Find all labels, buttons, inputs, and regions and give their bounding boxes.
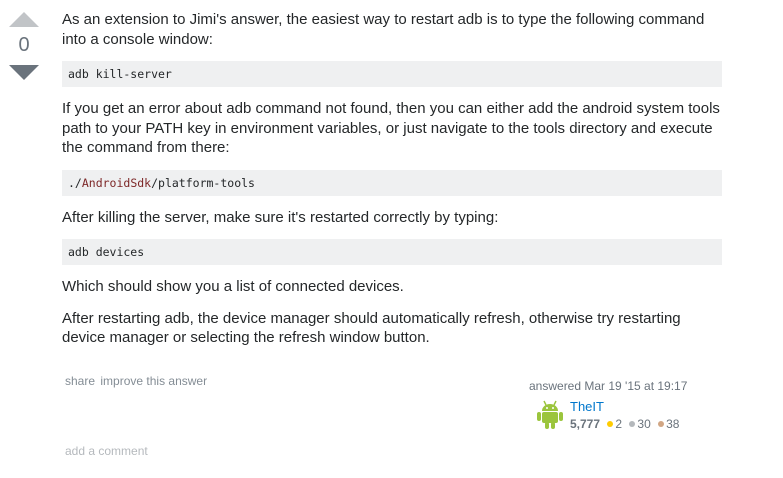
answer-paragraph-5: After restarting adb, the device manager… (62, 309, 681, 347)
code-path-sdk: AndroidSdk (81, 175, 152, 190)
code-block-kill-server: adb kill-server (62, 61, 722, 87)
share-link[interactable]: share (65, 374, 95, 388)
bronze-badge-icon (658, 421, 665, 427)
downvote-button[interactable] (9, 65, 39, 80)
vote-column: 0 (6, 12, 42, 80)
android-avatar-icon[interactable] (534, 398, 566, 430)
user-details: TheIT 5,777 2 30 38 (570, 398, 679, 432)
answer-paragraph-2: If you get an error about adb command no… (62, 100, 720, 156)
bronze-badge-count: 38 (666, 417, 680, 431)
silver-badge-count: 30 (637, 417, 651, 431)
upvote-button[interactable] (9, 12, 39, 27)
user-name-link[interactable]: TheIT (570, 398, 679, 415)
answer-paragraph-3: After killing the server, make sure it's… (62, 208, 499, 226)
post-menu: share improve this answer (65, 374, 209, 388)
code-block-devices: adb devices (62, 239, 722, 265)
add-comment-link[interactable]: add a comment (65, 444, 148, 458)
answer-paragraph-1: As an extension to Jimi's answer, the ea… (62, 11, 705, 48)
answered-timestamp: answered Mar 19 '15 at 19:17 (529, 379, 688, 393)
improve-answer-link[interactable]: improve this answer (100, 374, 207, 388)
reputation-score: 5,777 (570, 417, 601, 431)
gold-badge-count: 2 (615, 417, 623, 431)
silver-badge-icon (629, 421, 636, 427)
reputation-line: 5,777 2 30 38 (570, 416, 679, 432)
user-card: answered Mar 19 '15 at 19:17 TheIT 5,777 (529, 378, 729, 432)
vote-count: 0 (18, 34, 30, 56)
gold-badge-icon (607, 421, 614, 427)
code-block-platform-tools: ./AndroidSdk/platform-tools (62, 169, 722, 196)
answer-body: As an extension to Jimi's answer, the ea… (62, 8, 722, 348)
answer-paragraph-4: Which should show you a list of connecte… (62, 278, 404, 295)
code-path-prefix: ./ (68, 175, 82, 190)
code-path-suffix: /platform-tools (151, 175, 255, 190)
user-info: TheIT 5,777 2 30 38 (529, 398, 729, 432)
